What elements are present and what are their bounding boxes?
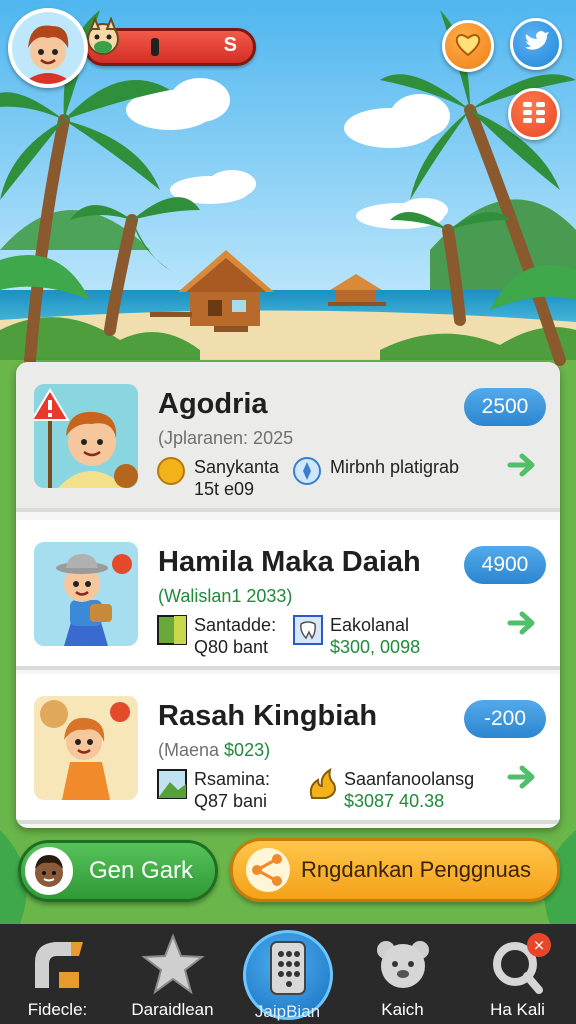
item-subtitle: (Walislan1 2033) (158, 586, 293, 606)
stat-label: Mirbnh platigrab (330, 457, 460, 477)
stat-label: Santadde: (194, 615, 277, 635)
stat-value: 15t e09 (194, 479, 255, 499)
list-item[interactable]: Agodria (Jplaranen: 2025 2500 Sanykanta … (16, 362, 560, 512)
gen-button-label: Gen Gark (89, 857, 194, 884)
bird-icon (521, 27, 551, 62)
share-button[interactable]: Rngdankan Penggnuas (230, 838, 560, 902)
item-stat: Santadde: Q80 bant (156, 614, 276, 658)
nav-item-kaich[interactable]: Kaich (345, 924, 460, 1024)
bird-button[interactable] (510, 18, 562, 70)
price-badge[interactable]: 4900 (464, 546, 546, 584)
heart-icon (453, 29, 483, 64)
svg-text:×: × (533, 936, 546, 954)
item-stat: Rsamina: Q87 bani (156, 768, 270, 812)
item-stat: Sanykanta 15t e09 (156, 456, 279, 500)
tooth-icon (292, 614, 326, 648)
share-button-label: Rngdankan Penggnuas (301, 857, 531, 882)
phone-grid-icon (269, 941, 306, 995)
price-badge[interactable]: -200 (464, 700, 546, 738)
nav-item-ha-kali[interactable]: × Ha Kali (460, 924, 575, 1024)
share-icon (246, 848, 290, 892)
nav-label: Kaich (381, 1000, 424, 1019)
stat-label: Eakolanal (330, 615, 410, 635)
stat-value: $3087 40.38 (344, 791, 445, 811)
player-face-icon (25, 847, 73, 895)
gold-coin-icon (156, 456, 190, 490)
bear-icon (376, 941, 429, 988)
menu-button[interactable] (508, 88, 560, 140)
nav-item-daraidlean[interactable]: Daraidlean (115, 924, 230, 1024)
stat-label: Rsamina: (194, 769, 271, 789)
item-title: Hamila Maka Daiah (158, 546, 421, 578)
list-item[interactable]: Rasah Kingbiah (Maena $023) -200 Rsamina… (16, 674, 560, 824)
item-title: Agodria (158, 388, 268, 420)
item-title: Rasah Kingbiah (158, 700, 378, 732)
item-stat: Saanfanoolansg $3087 40.38 (306, 767, 475, 812)
subtitle-prefix: (Maena (158, 740, 225, 760)
coin-symbol: S (223, 34, 237, 56)
nav-label: Fidecle: (27, 1000, 88, 1019)
item-subtitle: (Maena $023) (158, 740, 270, 761)
stat-value: Q80 bant (194, 637, 269, 657)
item-stat: Eakolanal $300, 0098 (292, 614, 420, 658)
menu-grid-icon (520, 98, 548, 131)
chevron-right-icon[interactable] (506, 760, 540, 794)
nav-label: Daraidlean (131, 1000, 214, 1019)
nav-item-jaipbian[interactable]: JaipBian (230, 924, 345, 1024)
coin-bar[interactable]: S (84, 16, 256, 66)
girl-flower-icon (34, 696, 138, 800)
item-subtitle: (Jplaranen: 2025 (158, 428, 294, 448)
nav-item-fidecle[interactable]: Fidecle: (0, 924, 115, 1024)
subtitle-value: $023) (224, 740, 271, 760)
pet-icon (83, 16, 123, 57)
compass-icon (292, 456, 326, 490)
nav-label: Ha Kali (490, 1000, 545, 1019)
explorer-icon (34, 542, 138, 646)
list-item[interactable]: Hamila Maka Daiah (Walislan1 2033) 4900 … (16, 520, 560, 670)
swirl-icon (34, 942, 83, 988)
notification-badge: × (527, 933, 551, 957)
flame-icon (306, 767, 340, 802)
island-list-panel: Agodria (Jplaranen: 2025 2500 Sanykanta … (16, 362, 560, 828)
stat-label: Saanfanoolansg (344, 769, 475, 789)
item-stat: Mirbnh platigrab (292, 456, 459, 490)
chevron-right-icon[interactable] (506, 606, 540, 640)
land-icon (156, 614, 190, 648)
girl-warning-icon (34, 384, 138, 488)
heart-button[interactable] (442, 20, 494, 72)
nav-label: JaipBian (254, 1002, 321, 1021)
price-badge[interactable]: 2500 (464, 388, 546, 426)
star-icon (140, 933, 205, 995)
progress-marker (151, 38, 159, 56)
land-icon (156, 768, 190, 802)
stat-value: $300, 0098 (330, 637, 421, 657)
stat-label: Sanykanta (194, 457, 280, 477)
bottom-nav: Fidecle: Daraidlean JaipBian Kaich × Ha … (0, 924, 576, 1024)
chevron-right-icon[interactable] (506, 448, 540, 482)
stat-value: Q87 bani (194, 791, 268, 811)
boy-avatar-icon[interactable] (8, 8, 88, 88)
gen-button[interactable]: Gen Gark (18, 840, 218, 902)
